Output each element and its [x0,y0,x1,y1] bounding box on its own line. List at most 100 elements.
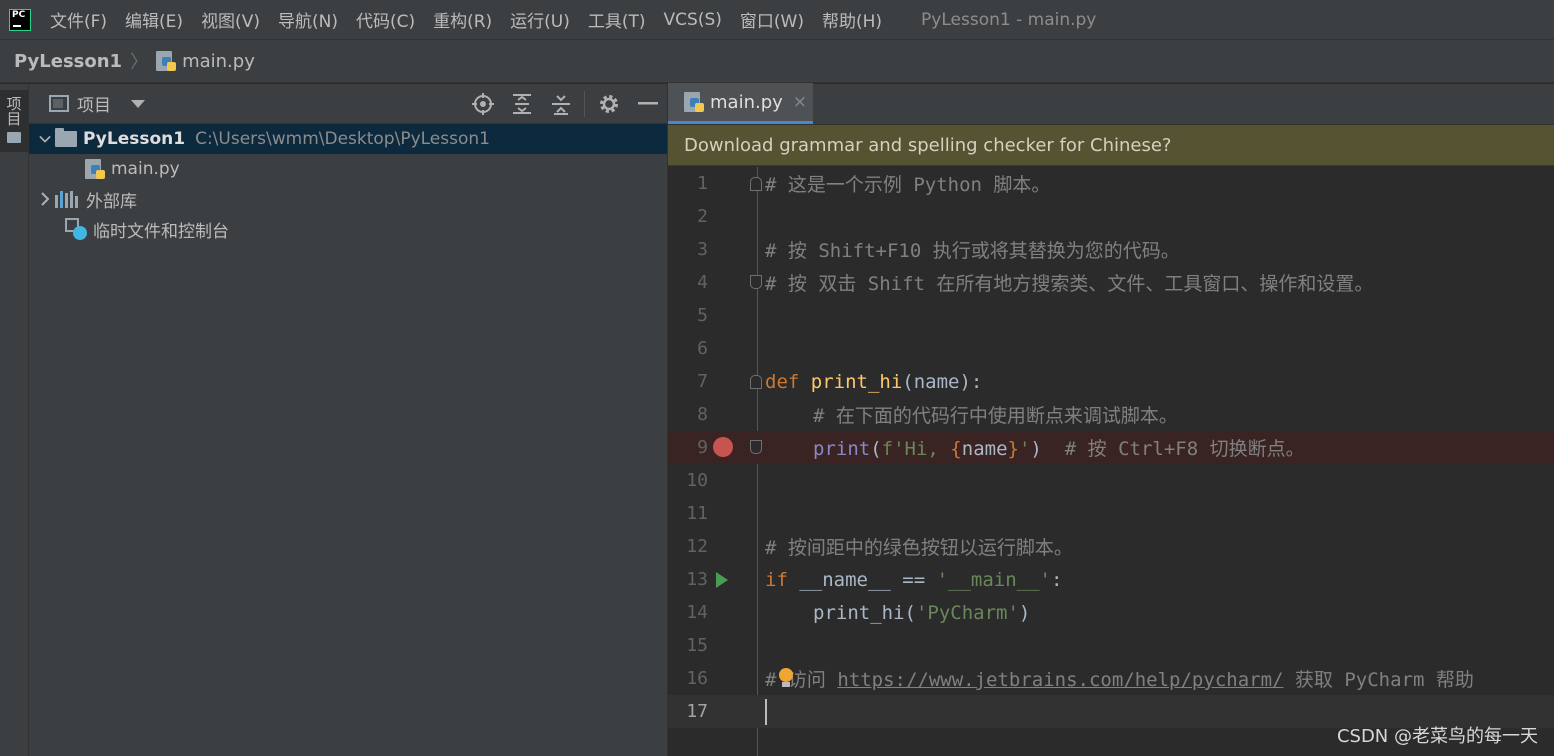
code-text: # 在下面的代码行中使用断点来调试脚本。 [813,405,1178,427]
tree-item-label: 临时文件和控制台 [93,221,229,242]
menu-navigate[interactable]: 导航(N) [269,7,347,32]
code-line: 7 def print_hi(name): [668,365,1554,398]
project-panel-title[interactable]: 项目 [77,91,111,116]
tree-item-scratches[interactable]: 临时文件和控制台 [29,214,667,244]
close-icon[interactable]: × [793,92,807,112]
code-line: 2 [668,200,1554,233]
project-tool-window-button[interactable]: 项目 [0,90,28,152]
menu-help[interactable]: 帮助(H) [813,7,891,32]
collapse-all-icon[interactable] [541,84,580,124]
python-file-icon [85,159,105,179]
line-number: 17 [686,701,708,722]
fold-icon[interactable] [750,375,762,389]
hide-panel-icon[interactable] [628,84,667,124]
line-number: 4 [697,272,708,293]
project-view-icon [49,95,69,112]
tree-item-main-py[interactable]: main.py [29,154,667,184]
locate-file-icon[interactable] [463,84,502,124]
code-text: def print_hi(name): [765,370,983,393]
lightbulb-icon[interactable] [779,668,793,687]
line-number: 2 [697,206,708,227]
menu-edit[interactable]: 编辑(E) [116,7,192,32]
tab-label: main.py [710,91,783,113]
code-editor-area[interactable]: 1 # 这是一个示例 Python 脚本。 2 3 # 按 Shift+F10 … [668,167,1554,756]
code-line-breakpoint: 9 print(f'Hi, {name}') # 按 Ctrl+F8 切换断点。 [668,431,1554,464]
project-tool-label: 项目 [4,96,23,126]
chevron-down-icon[interactable] [39,134,51,144]
line-number: 12 [686,536,708,557]
breadcrumb-project[interactable]: PyLesson1 [14,51,122,72]
chevron-down-icon[interactable] [131,99,145,108]
scratches-icon [65,218,87,240]
code-line: 12 # 按间距中的绿色按钮以运行脚本。 [668,530,1554,563]
library-icon [55,190,78,208]
line-number: 11 [686,503,708,524]
code-line: 11 [668,497,1554,530]
menu-tools[interactable]: 工具(T) [579,7,655,32]
help-link[interactable]: https://www.jetbrains.com/help/pycharm/ [837,669,1283,691]
project-panel-header: 项目 [29,84,667,124]
menu-vcs[interactable]: VCS(S) [655,10,731,30]
tree-item-project-root[interactable]: PyLesson1 C:\Users\wmm\Desktop\PyLesson1 [29,124,667,154]
grammar-checker-banner[interactable]: Download grammar and spelling checker fo… [668,125,1554,166]
code-line: 5 [668,299,1554,332]
code-line: 14 print_hi('PyCharm') [668,596,1554,629]
line-number: 15 [686,635,708,656]
gear-icon[interactable] [589,84,628,124]
pycharm-logo-icon: PC [9,8,31,31]
watermark: CSDN @老菜鸟的每一天 [1336,726,1538,747]
fold-icon[interactable] [750,440,762,454]
fold-icon[interactable] [750,275,762,289]
line-number: 3 [697,239,708,260]
breadcrumb: PyLesson1 〉 main.py [0,39,1554,83]
code-text: # 按 双击 Shift 在所有地方搜索类、文件、工具窗口、操作和设置。 [765,273,1374,295]
menu-bar: PC 文件(F) 编辑(E) 视图(V) 导航(N) 代码(C) 重构(R) 运… [0,0,1554,39]
tree-item-label: main.py [111,159,180,179]
breadcrumb-file[interactable]: main.py [156,51,255,72]
code-text: # 按间距中的绿色按钮以运行脚本。 [765,537,1073,559]
project-root-path: C:\Users\wmm\Desktop\PyLesson1 [195,129,490,149]
code-text: print(f'Hi, {name}') # 按 Ctrl+F8 切换断点。 [813,438,1305,460]
code-text: if __name__ == '__main__': [765,568,1063,591]
logo-text: PC [12,9,26,20]
code-text: print_hi('PyCharm') [813,601,1031,624]
code-line: 10 [668,464,1554,497]
code-text: # 这是一个示例 Python 脚本。 [765,174,1051,196]
chevron-right-icon[interactable] [39,192,51,206]
banner-text: Download grammar and spelling checker fo… [684,134,1172,156]
breadcrumb-separator-icon: 〉 [130,52,149,73]
code-line: 6 [668,332,1554,365]
python-file-icon [156,51,177,71]
menu-file[interactable]: 文件(F) [41,7,116,32]
run-icon[interactable] [716,572,728,588]
code-line: 16 # 访问 https://www.jetbrains.com/help/p… [668,662,1554,695]
fold-icon[interactable] [750,177,762,191]
menu-code[interactable]: 代码(C) [347,7,424,32]
code-text: # 按 Shift+F10 执行或将其替换为您的代码。 [765,240,1180,262]
menu-run[interactable]: 运行(U) [501,7,579,32]
code-line: 8 # 在下面的代码行中使用断点来调试脚本。 [668,398,1554,431]
menu-window[interactable]: 窗口(W) [731,7,813,32]
folder-icon [7,132,21,143]
expand-all-icon[interactable] [502,84,541,124]
tree-item-label: 外部库 [86,191,137,212]
editor: main.py × Download grammar and spelling … [667,83,1554,756]
tree-item-external-libraries[interactable]: 外部库 [29,184,667,214]
code-line: 3 # 按 Shift+F10 执行或将其替换为您的代码。 [668,233,1554,266]
window-title: PyLesson1 - main.py [921,9,1097,30]
tab-main-py[interactable]: main.py × [668,83,813,124]
line-number: 8 [697,404,708,425]
breakpoint-icon[interactable] [713,437,733,457]
menu-view[interactable]: 视图(V) [192,7,269,32]
code-line: 1 # 这是一个示例 Python 脚本。 [668,167,1554,200]
left-tool-strip: 项目 [0,84,29,756]
line-number: 5 [697,305,708,326]
line-number: 7 [697,371,708,392]
menu-refactor[interactable]: 重构(R) [424,7,501,32]
line-number: 1 [697,173,708,194]
line-number: 13 [686,569,708,590]
code-text: # 访问 https://www.jetbrains.com/help/pych… [765,669,1474,691]
code-line: 15 [668,629,1554,662]
text-caret [765,699,767,725]
line-number: 10 [686,470,708,491]
